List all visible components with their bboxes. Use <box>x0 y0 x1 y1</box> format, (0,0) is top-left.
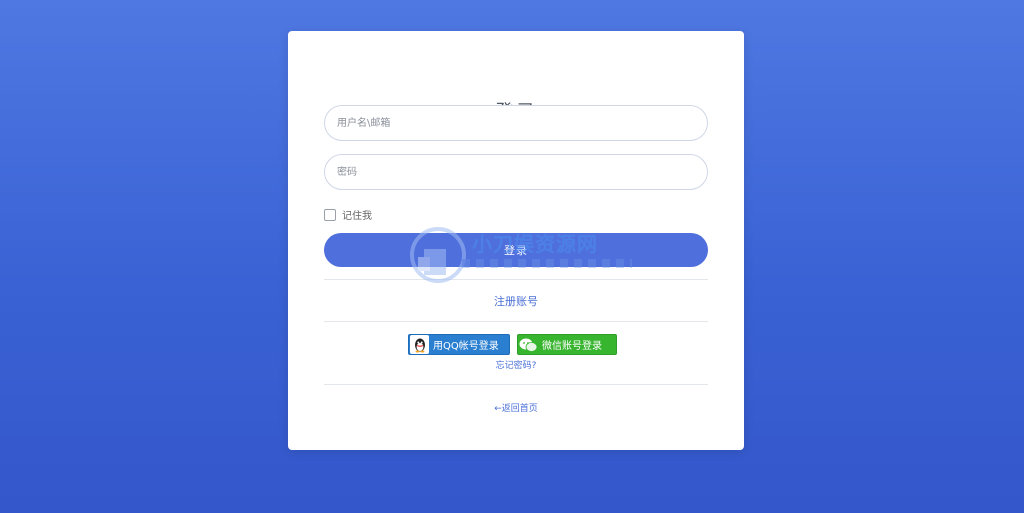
remember-me[interactable]: 记住我 <box>324 207 372 222</box>
forgot-password-link[interactable]: 忘记密码? <box>288 358 744 371</box>
login-button[interactable]: 登录 <box>324 233 708 267</box>
register-link[interactable]: 注册账号 <box>288 293 744 309</box>
password-input[interactable] <box>324 154 708 190</box>
username-input[interactable] <box>324 105 708 141</box>
remember-checkbox[interactable] <box>324 208 336 221</box>
divider <box>324 279 708 280</box>
wechat-login-label: 微信账号登录 <box>542 341 602 352</box>
login-card: 登录 记住我 登录 注册账号 用QQ帐号登录 <box>288 31 744 450</box>
back-home-link[interactable]: ←返回首页 <box>288 401 744 414</box>
qq-penguin-icon <box>410 335 429 354</box>
remember-label: 记住我 <box>342 211 372 222</box>
divider <box>324 384 708 385</box>
wechat-login-button[interactable]: 微信账号登录 <box>517 334 617 355</box>
divider <box>324 321 708 322</box>
qq-login-label: 用QQ帐号登录 <box>433 341 499 352</box>
qq-login-button[interactable]: 用QQ帐号登录 <box>408 334 510 355</box>
wechat-bubbles-icon <box>519 335 538 354</box>
